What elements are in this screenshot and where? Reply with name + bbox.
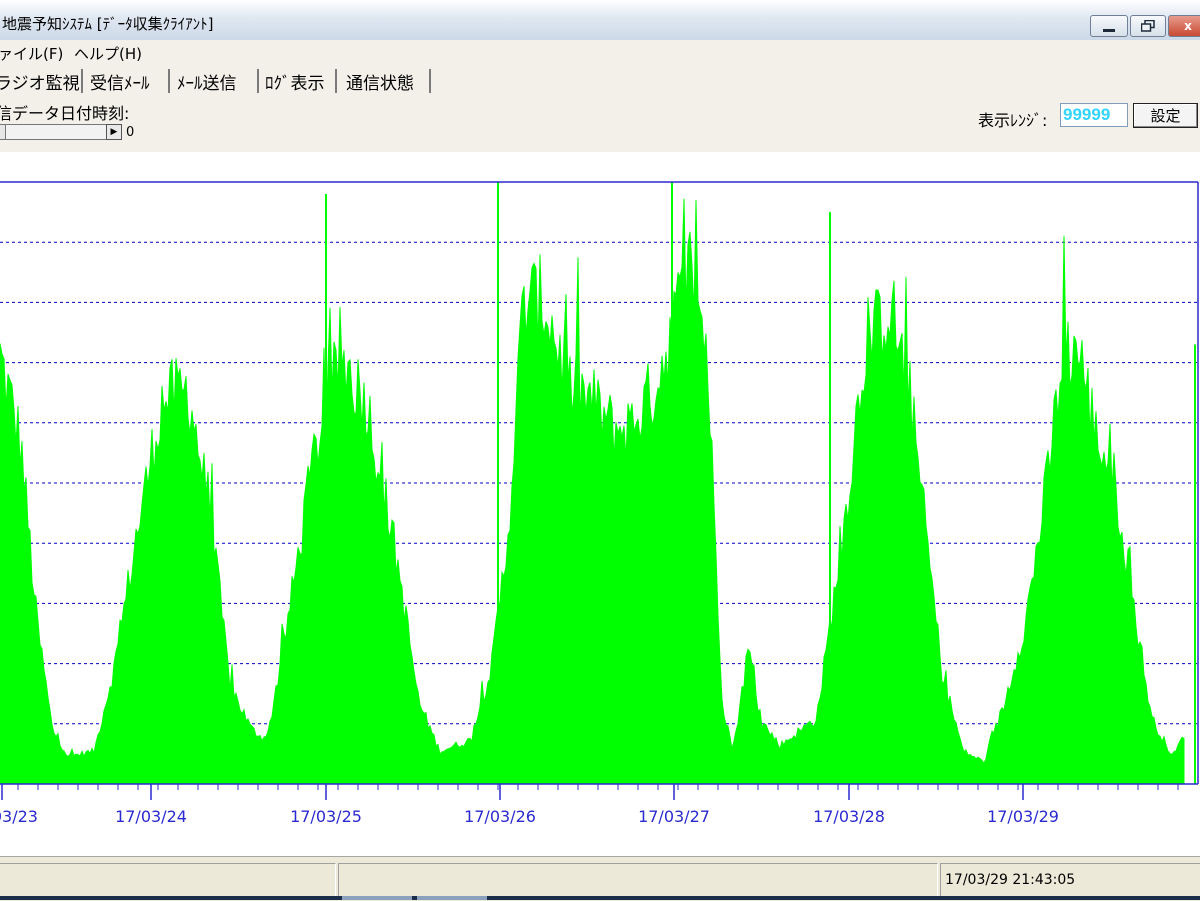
chart-x-tick-label: 17/03/29 xyxy=(987,807,1059,826)
taskbar-item[interactable] xyxy=(342,896,412,900)
date-scrollbar[interactable] xyxy=(0,124,122,140)
set-button[interactable]: 設定 xyxy=(1133,103,1198,128)
chart-x-labels: 17/03/23 17/03/24 17/03/25 17/03/26 17/03/27… xyxy=(0,807,1059,826)
date-scrollbar-thumb[interactable] xyxy=(0,124,6,140)
signal-chart-svg: 17/03/23 17/03/24 17/03/25 17/03/26 17/03/27… xyxy=(0,181,1199,826)
tab-bar: ラジオ監視 受信ﾒｰﾙ ﾒｰﾙ送信 ﾛｸﾞ表示 通信状態 xyxy=(0,64,1200,96)
tab-log-view[interactable]: ﾛｸﾞ表示 xyxy=(265,69,337,94)
signal-chart: 17/03/23 17/03/24 17/03/25 17/03/26 17/03/27… xyxy=(0,152,1200,856)
chart-x-tick-label: 17/03/25 xyxy=(290,807,362,826)
status-panel-middle xyxy=(338,863,938,897)
signal-area xyxy=(0,198,1185,785)
display-range-label: 表示ﾚﾝｼﾞ: xyxy=(978,111,1048,130)
received-datetime-label: 信データ日付時刻: xyxy=(0,104,130,123)
taskbar-strip xyxy=(0,896,1200,900)
minimize-icon xyxy=(1103,28,1115,32)
status-datetime: 17/03/29 21:43:05 xyxy=(940,863,1200,897)
chart-x-tick-label: 17/03/28 xyxy=(813,807,885,826)
scroll-right-arrow-icon[interactable]: ▶ xyxy=(106,124,122,140)
restore-button[interactable] xyxy=(1130,15,1166,37)
tab-received-mail[interactable]: 受信ﾒｰﾙ xyxy=(90,69,170,94)
chart-x-tick-label: 17/03/26 xyxy=(464,807,536,826)
status-panel-left xyxy=(0,863,336,897)
close-button[interactable]: x xyxy=(1168,15,1200,37)
restore-icon xyxy=(1141,20,1155,32)
chart-x-ticks xyxy=(1,784,1179,800)
window-title: 地震予知ｼｽﾃﾑ [ﾃﾞｰﾀ収集ｸﾗｲｱﾝﾄ] xyxy=(2,15,214,33)
tab-radio-monitor[interactable]: ラジオ監視 xyxy=(0,69,83,94)
menu-help[interactable]: ヘルプ(H) xyxy=(74,43,142,64)
taskbar-item[interactable] xyxy=(417,896,487,900)
close-icon: x xyxy=(1184,19,1192,33)
menu-file[interactable]: ァイル(F) xyxy=(0,43,63,64)
display-range-input[interactable] xyxy=(1060,103,1128,127)
tab-send-mail[interactable]: ﾒｰﾙ送信 xyxy=(177,69,259,94)
chart-x-tick-label: 17/03/27 xyxy=(638,807,710,826)
minimize-button[interactable] xyxy=(1090,15,1128,37)
chart-x-tick-label: 17/03/24 xyxy=(115,807,187,826)
control-row: 信データ日付時刻: ▶ 0 表示ﾚﾝｼﾞ: 設定 xyxy=(0,96,1200,152)
tab-connection-status[interactable]: 通信状態 xyxy=(346,69,431,94)
window-titlebar: 地震予知ｼｽﾃﾑ [ﾃﾞｰﾀ収集ｸﾗｲｱﾝﾄ] x xyxy=(0,0,1200,41)
scroll-value: 0 xyxy=(126,125,135,140)
status-bar: 17/03/29 21:43:05 xyxy=(0,856,1200,901)
chart-x-tick-label: 17/03/23 xyxy=(0,807,38,826)
menu-bar: ァイル(F) ヘルプ(H) xyxy=(0,40,1200,64)
